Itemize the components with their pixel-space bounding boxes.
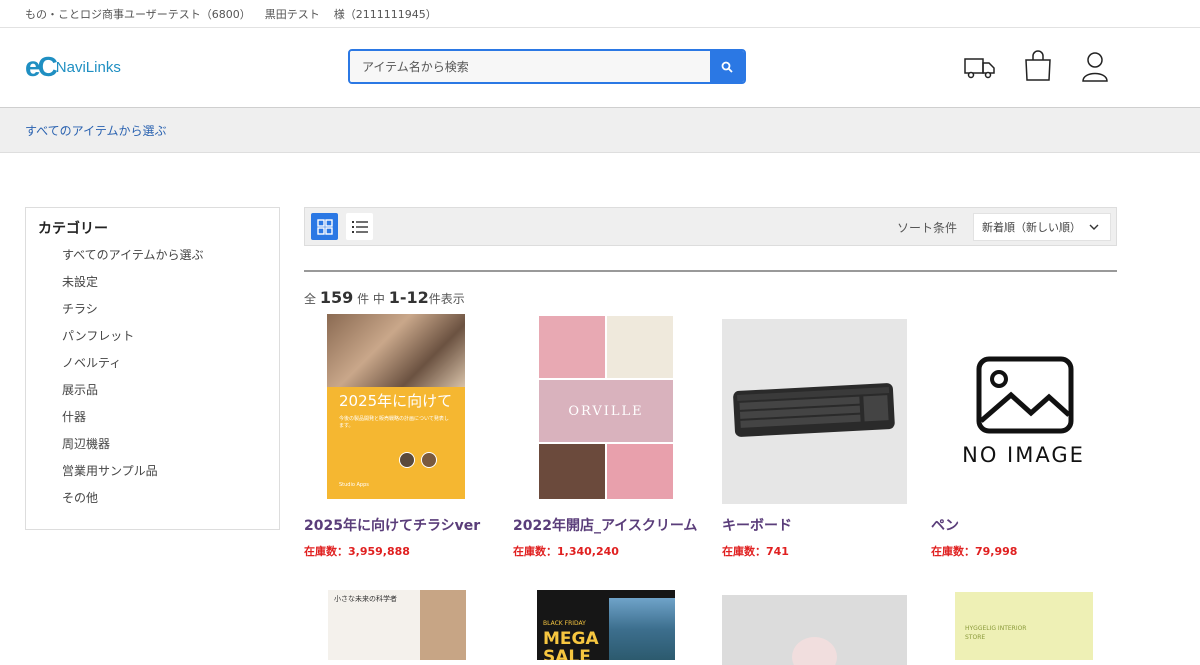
product-image[interactable]: HYGGELIG INTERIOR STORE (955, 592, 1093, 660)
user-icon[interactable] (1081, 51, 1109, 87)
sidebar-item-peripherals[interactable]: 周辺機器 (38, 435, 267, 462)
avatar (399, 452, 415, 468)
sidebar-item-novelty[interactable]: ノベルティ (38, 354, 267, 381)
sidebar-item-unset[interactable]: 未設定 (38, 273, 267, 300)
company-name: もの・ことロジ商事ユーザーテスト（6800） (25, 7, 251, 21)
product-stock: 在庫数：741 (722, 545, 789, 558)
sort-dropdown[interactable]: 新着順（新しい順） (973, 213, 1111, 241)
product-image[interactable] (722, 319, 907, 504)
breadcrumb: すべてのアイテムから選ぶ (0, 108, 1200, 153)
category-sidebar: カテゴリー すべてのアイテムから選ぶ 未設定 チラシ パンフレット ノベルティ … (25, 207, 280, 530)
row2-card2-photo (609, 598, 675, 660)
product-image[interactable]: NO IMAGE (931, 319, 1116, 504)
mouse-shape (792, 637, 837, 665)
count-suffix: 件表示 (428, 292, 465, 306)
sidebar-item-samples[interactable]: 営業用サンプル品 (38, 462, 267, 489)
no-image-icon (976, 356, 1074, 434)
row2-card2-top: BLACK FRIDAY (543, 620, 586, 627)
sidebar-item-fixtures[interactable]: 什器 (38, 408, 267, 435)
sidebar-item-flyer[interactable]: チラシ (38, 300, 267, 327)
sidebar-item-pamphlet[interactable]: パンフレット (38, 327, 267, 354)
icecream-brand: ORVILLE (539, 380, 673, 442)
truck-icon[interactable] (964, 56, 996, 84)
flyer-brand: Studio Apps (339, 482, 369, 488)
site-logo[interactable]: eC NaviLinks (25, 53, 121, 81)
sidebar-item-all[interactable]: すべてのアイテムから選ぶ (38, 246, 267, 273)
row2-card4-text: HYGGELIG INTERIOR STORE (965, 625, 1027, 641)
search-bar (348, 49, 746, 84)
product-name[interactable]: ペン (931, 515, 1121, 535)
flyer-title: 2025年に向けて (339, 392, 453, 410)
no-image-label: NO IMAGE (962, 443, 1085, 467)
sidebar-item-other[interactable]: その他 (38, 489, 267, 516)
user-name: 黒田テスト (264, 7, 320, 21)
avatar (421, 452, 437, 468)
sort-value: 新着順（新しい順） (982, 221, 1081, 234)
product-card[interactable]: NO IMAGE ペン 在庫数：79,998 (931, 314, 1121, 559)
product-image[interactable]: 小さな未来の科学者 (328, 590, 466, 660)
count-prefix: 全 (304, 292, 317, 306)
product-image[interactable]: 2025年に向けて 今後の製品開発と販売戦略の計画について発表します。 Stud… (304, 314, 489, 499)
row2-card1-text: 小さな未来の科学者 (334, 595, 397, 603)
flyer-thumbnail: 2025年に向けて 今後の製品開発と販売戦略の計画について発表します。 Stud… (327, 314, 465, 499)
product-card[interactable]: ORVILLE 2022年開店_アイスクリーム 在庫数：1,340,240 (513, 314, 703, 559)
product-name[interactable]: キーボード (722, 515, 912, 535)
list-view-button[interactable] (346, 213, 373, 240)
row2-card1-photo (420, 590, 466, 660)
account-bar: もの・ことロジ商事ユーザーテスト（6800） 黒田テスト 様（211111194… (0, 0, 1200, 28)
flyer-photo (327, 314, 465, 387)
list-toolbar: ソート条件 新着順（新しい順） (304, 207, 1117, 246)
sidebar-item-exhibit[interactable]: 展示品 (38, 381, 267, 408)
count-total: 159 (319, 288, 354, 307)
product-image[interactable]: ORVILLE (513, 314, 698, 499)
sidebar-title: カテゴリー (38, 221, 108, 237)
logo-mark: eC (25, 51, 58, 82)
site-header: eC NaviLinks (0, 28, 1200, 108)
shopping-bag-icon[interactable] (1024, 50, 1052, 86)
product-card[interactable]: キーボード 在庫数：741 (722, 314, 912, 559)
product-stock: 在庫数：3,959,888 (304, 545, 410, 558)
grid-icon (316, 218, 333, 235)
product-card[interactable]: 2025年に向けて 今後の製品開発と販売戦略の計画について発表します。 Stud… (304, 314, 494, 559)
icecream-thumbnail: ORVILLE (539, 316, 673, 499)
product-name[interactable]: 2025年に向けてチラシver (304, 515, 494, 535)
search-button[interactable] (710, 51, 744, 82)
chevron-down-icon (1089, 224, 1099, 230)
flyer-subtitle: 今後の製品開発と販売戦略の計画について発表します。 (339, 416, 449, 429)
count-mid: 件 中 (357, 292, 385, 306)
product-image[interactable]: BLACK FRIDAY MEGA SALE (537, 590, 675, 660)
result-count: 全 159 件 中 1-12件表示 (304, 288, 465, 307)
logo-text: NaviLinks (55, 58, 121, 76)
product-image[interactable] (722, 595, 907, 665)
sort-label: ソート条件 (897, 221, 958, 235)
product-name[interactable]: 2022年開店_アイスクリーム (513, 515, 703, 535)
row2-card2-big: MEGA SALE (543, 629, 599, 660)
list-icon (351, 220, 368, 233)
count-range: 1-12 (388, 288, 429, 307)
product-stock: 在庫数：1,340,240 (513, 545, 619, 558)
search-icon (721, 61, 733, 73)
product-stock: 在庫数：79,998 (931, 545, 1018, 558)
user-suffix: 様（2111111945） (333, 7, 437, 21)
grid-view-button[interactable] (311, 213, 338, 240)
search-input[interactable] (350, 51, 710, 82)
breadcrumb-all-items[interactable]: すべてのアイテムから選ぶ (25, 122, 166, 139)
keyboard-photo (722, 319, 907, 504)
section-divider (304, 270, 1117, 272)
